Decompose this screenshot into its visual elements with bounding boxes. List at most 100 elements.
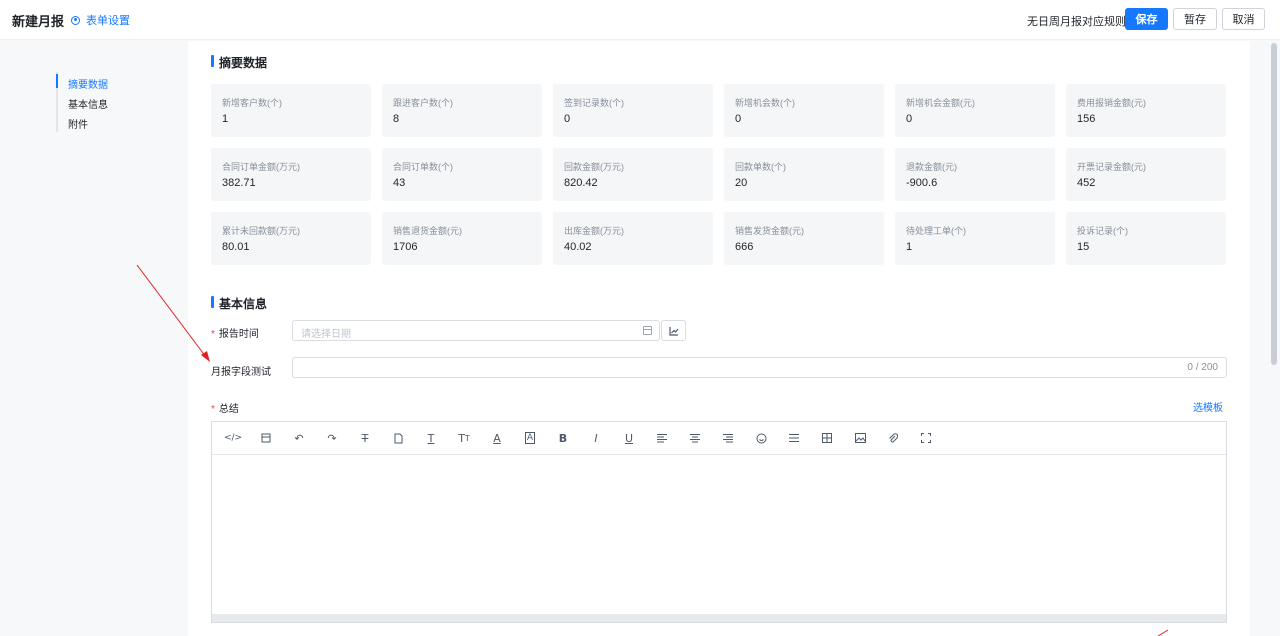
- align-right-icon[interactable]: [719, 430, 737, 446]
- summary-label: * 总结: [211, 400, 239, 415]
- editor-horizontal-scrollbar[interactable]: [212, 614, 1226, 622]
- test-field-label: 月报字段测试: [211, 367, 271, 378]
- card-value: 15: [1077, 241, 1090, 253]
- char-counter: 0 / 200: [1187, 362, 1218, 373]
- bold-icon[interactable]: B: [554, 430, 572, 446]
- card-label: 新增客户数(个): [222, 98, 282, 108]
- background-color-icon[interactable]: A: [521, 430, 539, 446]
- calendar-icon: [643, 326, 652, 335]
- card-value: 0: [735, 113, 742, 125]
- anchor-nav-basic-info[interactable]: 基本信息: [68, 96, 108, 111]
- card-value: 666: [735, 241, 754, 253]
- anchor-nav-indicator: [56, 74, 58, 88]
- summary-card: 出库金额(万元) 40.02: [553, 212, 713, 265]
- format-painter-icon[interactable]: [389, 430, 407, 446]
- card-value: 452: [1077, 177, 1096, 189]
- card-value: 1706: [393, 241, 418, 253]
- rule-warning-text: 无日周月报对应规则!: [1027, 16, 1130, 28]
- summary-card: 退款金额(元) -900.6: [895, 148, 1055, 201]
- card-label: 回款金额(万元): [564, 162, 624, 172]
- cancel-button[interactable]: 取消: [1222, 8, 1265, 30]
- summary-card: 累计未回款额(万元) 80.01: [211, 212, 371, 265]
- summary-card: 合同订单数(个) 43: [382, 148, 542, 201]
- card-label: 退款金额(元): [906, 162, 957, 172]
- image-icon[interactable]: [851, 430, 869, 446]
- redo-icon[interactable]: ↷: [323, 430, 341, 446]
- card-value: 20: [735, 177, 748, 189]
- card-value: 1: [222, 113, 229, 125]
- chart-button[interactable]: [661, 320, 686, 341]
- card-value: 382.71: [222, 177, 256, 189]
- summary-card: 销售发货金额(元) 666: [724, 212, 884, 265]
- card-label: 出库金额(万元): [564, 226, 624, 236]
- card-label: 回款单数(个): [735, 162, 786, 172]
- card-label: 销售发货金额(元): [735, 226, 804, 236]
- summary-card: 新增客户数(个) 1: [211, 84, 371, 137]
- required-mark: *: [211, 404, 215, 415]
- template-icon[interactable]: [257, 430, 275, 446]
- card-value: 8: [393, 113, 400, 125]
- card-label: 签到记录数(个): [564, 98, 624, 108]
- fullscreen-icon[interactable]: [917, 430, 935, 446]
- card-label: 累计未回款额(万元): [222, 226, 300, 236]
- rich-text-editor: </> ↶ ↷ T T TT A A B I U: [211, 421, 1227, 623]
- page-scrollbar[interactable]: [1270, 41, 1278, 636]
- undo-icon[interactable]: ↶: [290, 430, 308, 446]
- editor-toolbar: </> ↶ ↷ T T TT A A B I U: [212, 422, 1226, 455]
- code-icon[interactable]: </>: [224, 430, 242, 446]
- test-field-input[interactable]: 0 / 200: [292, 357, 1227, 378]
- card-value: 1: [906, 241, 913, 253]
- card-label: 待处理工单(个): [906, 226, 966, 236]
- report-time-label-text: 报告时间: [218, 329, 259, 340]
- font-size-icon[interactable]: T: [422, 430, 440, 446]
- page-title: 新建月报: [12, 14, 65, 29]
- summary-card: 合同订单金额(万元) 382.71: [211, 148, 371, 201]
- summary-card: 签到记录数(个) 0: [553, 84, 713, 137]
- align-left-icon[interactable]: [653, 430, 671, 446]
- emoji-icon[interactable]: [752, 430, 770, 446]
- card-label: 销售退货金额(元): [393, 226, 462, 236]
- underline-icon[interactable]: U: [620, 430, 638, 446]
- text-size-icon[interactable]: TT: [455, 430, 473, 446]
- card-label: 新增机会数(个): [735, 98, 795, 108]
- report-date-picker[interactable]: 请选择日期: [292, 320, 660, 341]
- card-value: 0: [906, 113, 913, 125]
- table-icon[interactable]: [818, 430, 836, 446]
- summary-card: 待处理工单(个) 1: [895, 212, 1055, 265]
- summary-card: 跟进客户数(个) 8: [382, 84, 542, 137]
- card-label: 开票记录金额(元): [1077, 162, 1146, 172]
- gear-icon: [71, 15, 80, 25]
- summary-card: 新增机会金额(元) 0: [895, 84, 1055, 137]
- align-center-icon[interactable]: [686, 430, 704, 446]
- anchor-nav-attachments[interactable]: 附件: [68, 116, 88, 131]
- anchor-nav-summary[interactable]: 摘要数据: [68, 76, 108, 91]
- card-label: 跟进客户数(个): [393, 98, 453, 108]
- basic-info-section-title: 基本信息: [211, 295, 267, 312]
- summary-label-text: 总结: [218, 404, 239, 415]
- card-value: -900.6: [906, 177, 938, 189]
- summary-card: 投诉记录(个) 15: [1066, 212, 1226, 265]
- strikethrough-icon[interactable]: T: [356, 430, 374, 446]
- scrollbar-thumb[interactable]: [1271, 43, 1277, 365]
- save-button[interactable]: 保存: [1125, 8, 1168, 30]
- card-value: 820.42: [564, 177, 598, 189]
- card-label: 费用报销金额(元): [1077, 98, 1146, 108]
- report-time-label: * 报告时间: [211, 325, 259, 340]
- draft-button[interactable]: 暂存: [1173, 8, 1217, 30]
- italic-icon[interactable]: I: [587, 430, 605, 446]
- attachment-icon[interactable]: [884, 430, 902, 446]
- line-height-icon[interactable]: [785, 430, 803, 446]
- form-settings-label: 表单设置: [86, 15, 130, 27]
- required-mark: *: [211, 329, 215, 340]
- line-chart-icon: [669, 327, 679, 336]
- summary-card: 销售退货金额(元) 1706: [382, 212, 542, 265]
- select-template-link[interactable]: 选模板: [1193, 399, 1223, 414]
- editor-content-area[interactable]: [212, 456, 1226, 614]
- font-color-icon[interactable]: A: [488, 430, 506, 446]
- form-settings-link[interactable]: 表单设置: [71, 12, 130, 28]
- summary-card: 费用报销金额(元) 156: [1066, 84, 1226, 137]
- card-label: 新增机会金额(元): [906, 98, 975, 108]
- card-label: 投诉记录(个): [1077, 226, 1128, 236]
- summary-card: 回款金额(万元) 820.42: [553, 148, 713, 201]
- card-value: 43: [393, 177, 406, 189]
